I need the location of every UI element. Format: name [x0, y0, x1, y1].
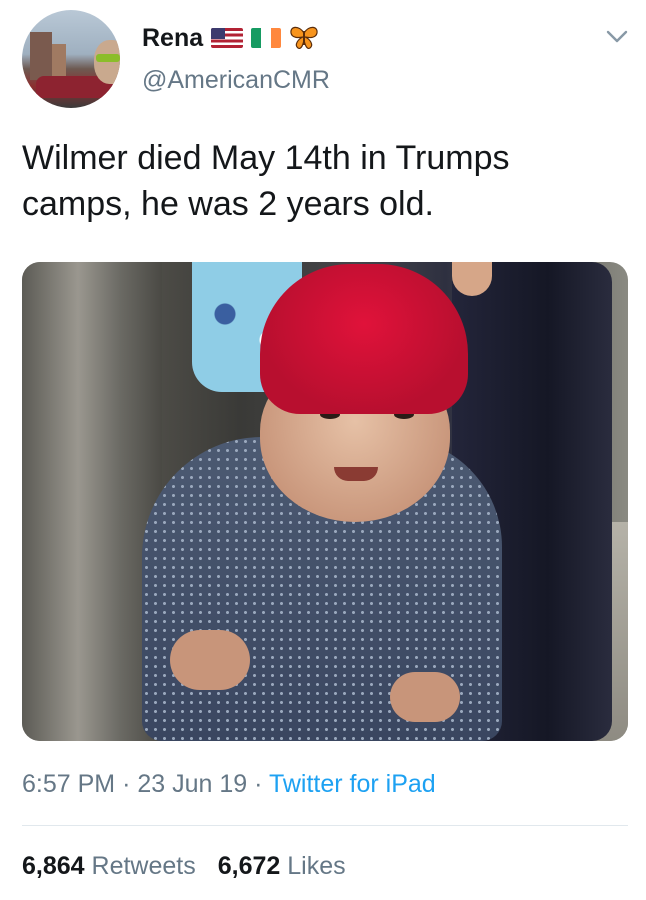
- likes-label: Likes: [287, 852, 346, 880]
- us-flag-icon: [211, 28, 244, 48]
- tweet-date[interactable]: 23 Jun 19: [137, 770, 247, 798]
- tweet-text: Wilmer died May 14th in Trumps camps, he…: [22, 135, 622, 227]
- display-name[interactable]: Rena: [142, 24, 203, 53]
- photo-child-hand: [170, 630, 250, 690]
- display-name-row[interactable]: Rena: [142, 22, 319, 54]
- photo-child-hand: [390, 672, 460, 722]
- meta-separator: ·: [122, 770, 131, 798]
- tweet-source-link[interactable]: Twitter for iPad: [269, 770, 436, 798]
- butterfly-icon: [290, 26, 318, 50]
- tweet-text-line: Wilmer died May 14th in Trumps: [22, 139, 510, 177]
- photo-red-beanie: [260, 264, 468, 414]
- avatar[interactable]: [22, 10, 120, 108]
- meta-separator: ·: [254, 770, 263, 798]
- chevron-down-icon[interactable]: [604, 26, 630, 48]
- photo-wooden-post: [22, 262, 162, 741]
- retweets-count: 6,864: [22, 852, 85, 880]
- tweet-photo[interactable]: [22, 262, 628, 741]
- tweet-time[interactable]: 6:57 PM: [22, 770, 115, 798]
- user-handle[interactable]: @AmericanCMR: [142, 66, 330, 95]
- tweet-stats: 6,864 Retweets 6,672 Likes: [22, 852, 346, 881]
- likes-stat[interactable]: 6,672 Likes: [218, 852, 346, 881]
- ireland-flag-icon: [251, 28, 282, 48]
- tweet-meta: 6:57 PM · 23 Jun 19 · Twitter for iPad: [22, 770, 436, 799]
- tweet-text-line: camps, he was 2 years old.: [22, 185, 434, 223]
- divider: [22, 825, 628, 826]
- retweets-label: Retweets: [91, 852, 196, 880]
- avatar-face-shape: [94, 40, 120, 84]
- avatar-building-shape: [30, 32, 52, 80]
- retweets-stat[interactable]: 6,864 Retweets: [22, 852, 196, 881]
- avatar-glasses-shape: [96, 54, 120, 62]
- likes-count: 6,672: [217, 852, 281, 880]
- avatar-building-shape: [52, 44, 66, 80]
- tweet-header: Rena @AmericanCMR: [0, 0, 646, 120]
